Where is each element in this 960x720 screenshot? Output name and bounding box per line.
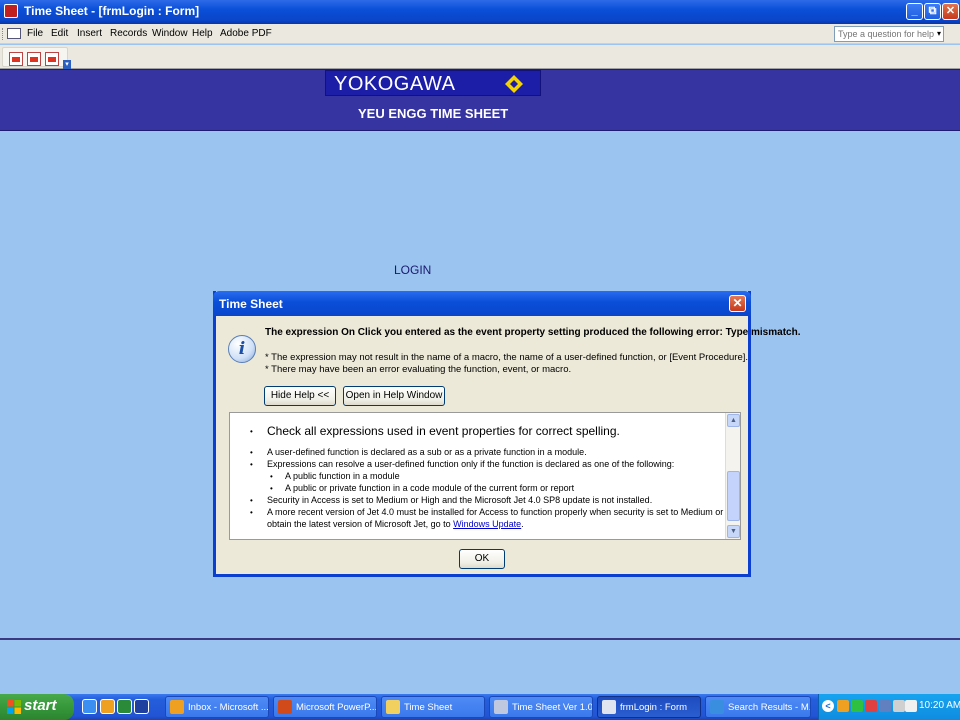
tray-outlook-icon[interactable]	[837, 700, 849, 712]
menu-file[interactable]: File	[27, 28, 43, 39]
quicklaunch-app-icon[interactable]	[134, 699, 149, 714]
restore-button[interactable]: ⧉	[924, 3, 941, 20]
internet-explorer-icon[interactable]	[82, 699, 97, 714]
tray-sync-icon[interactable]	[893, 700, 905, 712]
bullet: •	[270, 484, 273, 493]
pdf-email-icon[interactable]	[27, 52, 41, 66]
internet-explorer-icon	[710, 700, 724, 714]
form-document-icon[interactable]	[7, 28, 21, 39]
task-search-results[interactable]: Search Results - M...	[705, 696, 811, 718]
menu-insert[interactable]: Insert	[77, 28, 102, 39]
start-label: start	[24, 697, 57, 714]
error-detail-2: * There may have been an error evaluatin…	[265, 364, 572, 375]
help-item-4-line1: A more recent version of Jet 4.0 must be…	[267, 507, 741, 517]
show-hidden-icons-button[interactable]: <	[822, 700, 834, 712]
outlook-icon	[170, 700, 184, 714]
login-label: LOGIN	[394, 263, 432, 277]
dialog-title: Time Sheet	[219, 297, 283, 311]
tray-network-icon[interactable]	[851, 700, 863, 712]
dialog-close-button[interactable]: ✕	[729, 295, 746, 312]
task-inbox[interactable]: Inbox - Microsoft ...	[165, 696, 269, 718]
task-label: Search Results - M...	[728, 702, 811, 713]
clock: 10:20 AM	[919, 700, 960, 711]
error-detail-1: * The expression may not result in the n…	[265, 352, 749, 363]
folder-icon	[386, 700, 400, 714]
logo-text: YOKOGAWA	[334, 73, 456, 95]
menu-edit[interactable]: Edit	[51, 28, 68, 39]
minimize-button[interactable]: _	[906, 3, 923, 20]
information-icon: i	[228, 335, 256, 363]
ok-button[interactable]: OK	[459, 549, 505, 569]
bullet: •	[250, 508, 253, 517]
powerpoint-icon	[278, 700, 292, 714]
help-sub-1: A public function in a module	[285, 471, 400, 481]
task-label: Microsoft PowerP...	[296, 702, 377, 713]
chevron-down-icon[interactable]: ▾	[934, 27, 944, 41]
task-label: Inbox - Microsoft ...	[188, 702, 269, 713]
bullet: •	[250, 448, 253, 457]
messenger-icon[interactable]	[117, 699, 132, 714]
access-app-icon[interactable]	[4, 4, 18, 18]
help-sub-2: A public or private function in a code m…	[285, 483, 575, 493]
menu-bar: File Edit Insert Records Window Help Ado…	[0, 24, 960, 44]
scroll-thumb[interactable]	[727, 471, 740, 521]
window-title: Time Sheet - [frmLogin : Form]	[24, 4, 200, 18]
form-icon	[602, 700, 616, 714]
open-help-window-button[interactable]: Open in Help Window	[343, 386, 445, 406]
taskbar: start Inbox - Microsoft ... Microsoft Po…	[0, 694, 960, 720]
tray-messenger-icon[interactable]	[879, 700, 891, 712]
menu-records[interactable]: Records	[110, 28, 147, 39]
scroll-down-arrow[interactable]: ▼	[727, 525, 740, 538]
help-item-4-prefix: obtain the latest version of Microsoft J…	[267, 519, 451, 529]
error-message: The expression On Click you entered as t…	[265, 327, 801, 338]
dialog-title-bar: Time Sheet ✕	[213, 291, 751, 316]
task-time-sheet-db[interactable]: Time Sheet Ver 1.0	[489, 696, 593, 718]
help-pane: • Check all expressions used in event pr…	[229, 412, 741, 540]
pdf-toolbar-group: ▾	[2, 47, 71, 70]
help-item-1: A user-defined function is declared as a…	[267, 447, 587, 457]
pdf-review-icon[interactable]	[45, 52, 59, 66]
menu-window[interactable]: Window	[152, 28, 188, 39]
help-item-4-line2: obtain the latest version of Microsoft J…	[267, 519, 524, 529]
form-footer-divider	[0, 638, 960, 640]
bullet: •	[250, 427, 253, 436]
toolbar: ▾	[0, 45, 960, 70]
windows-update-link[interactable]: Windows Update	[453, 519, 521, 529]
pdf-convert-icon[interactable]	[9, 52, 23, 66]
close-button[interactable]: ✕	[942, 3, 959, 20]
help-item-2: Expressions can resolve a user-defined f…	[267, 459, 675, 469]
task-label: Time Sheet Ver 1.0	[512, 702, 593, 713]
task-label: Time Sheet	[404, 702, 453, 713]
windows-flag-icon	[7, 700, 21, 714]
logo-diamond-icon	[505, 75, 523, 93]
task-frmlogin-form[interactable]: frmLogin : Form	[597, 696, 701, 718]
help-main-tip: Check all expressions used in event prop…	[267, 424, 620, 438]
help-scrollbar[interactable]: ▲ ▼	[725, 413, 740, 539]
bullet: •	[270, 472, 273, 481]
menu-help[interactable]: Help	[192, 28, 213, 39]
bullet: •	[250, 496, 253, 505]
menu-grip-handle[interactable]	[2, 28, 5, 40]
task-time-sheet-folder[interactable]: Time Sheet	[381, 696, 485, 718]
title-bar: Time Sheet - [frmLogin : Form] _ ⧉ ✕	[0, 0, 960, 24]
ask-question-input[interactable]	[834, 26, 944, 42]
outlook-icon[interactable]	[100, 699, 115, 714]
menu-adobe-pdf[interactable]: Adobe PDF	[220, 28, 272, 39]
hide-help-button[interactable]: Hide Help <<	[264, 386, 336, 406]
database-icon	[494, 700, 508, 714]
task-label: frmLogin : Form	[620, 702, 688, 713]
bullet: •	[250, 460, 253, 469]
info-glyph: i	[238, 339, 246, 359]
system-tray: < 10:20 AM	[818, 694, 960, 720]
form-title: YEU ENGG TIME SHEET	[358, 106, 509, 121]
tray-antivirus-icon[interactable]	[865, 700, 877, 712]
tray-volume-icon[interactable]	[905, 700, 917, 712]
scroll-up-arrow[interactable]: ▲	[727, 414, 740, 427]
task-powerpoint[interactable]: Microsoft PowerP...	[273, 696, 377, 718]
help-item-3: Security in Access is set to Medium or H…	[267, 495, 653, 505]
start-button[interactable]: start	[0, 694, 74, 720]
help-item-4-suffix: .	[521, 519, 524, 529]
yokogawa-logo: YOKOGAWA	[325, 70, 541, 96]
error-dialog: Time Sheet ✕ i The expression On Click y…	[213, 291, 800, 577]
